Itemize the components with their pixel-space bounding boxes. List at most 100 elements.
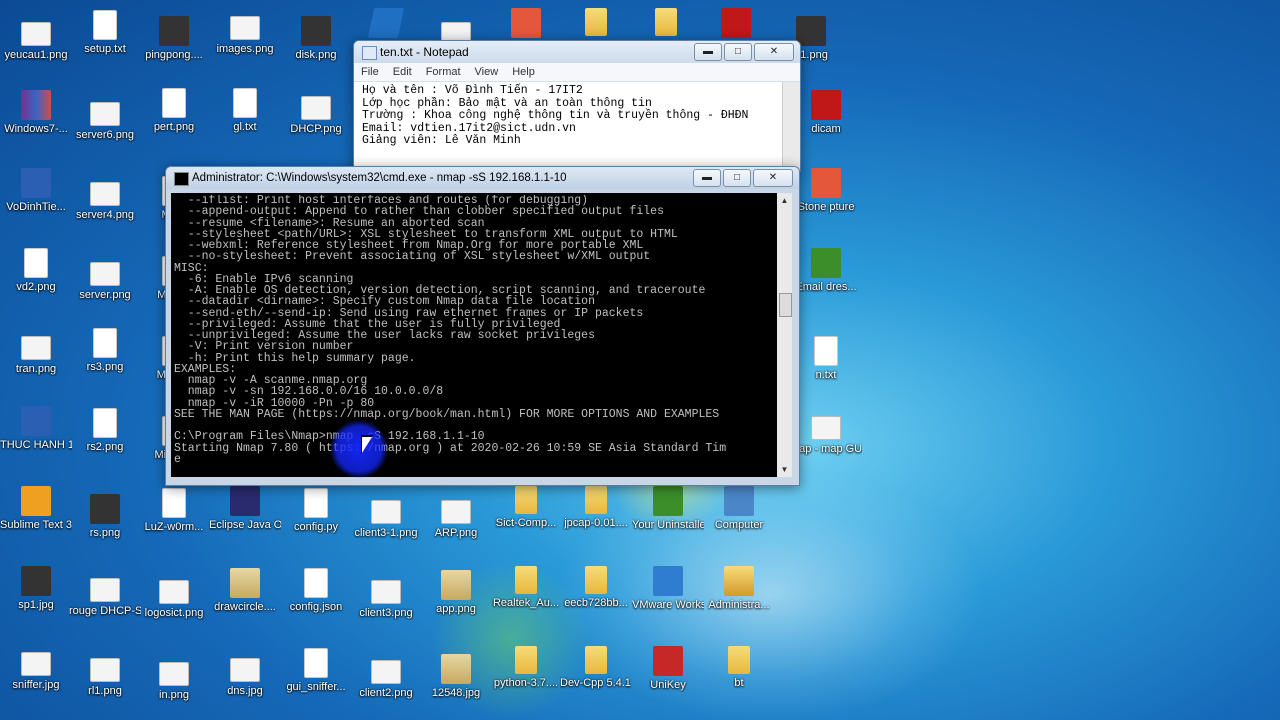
console-line: C:\Program Files\Nmap>nmap -sS 192.168.1…	[174, 430, 485, 444]
desktop-icon-rs3[interactable]: rs3.png	[69, 328, 141, 374]
desktop-icon-nmapgui[interactable]: map - map GUI	[790, 410, 862, 456]
notepad-minimize-button[interactable]: ▬	[694, 43, 722, 61]
cmd-close-button[interactable]: ✕	[753, 169, 793, 187]
desktop-icon-uninstaller[interactable]: Your Uninstaller	[632, 486, 704, 532]
menu-edit[interactable]: Edit	[386, 63, 419, 81]
scroll-up-icon[interactable]: ▲	[777, 193, 792, 208]
desktop-icon-win7[interactable]: Windows7-...	[0, 90, 72, 136]
console-line: nmap -v -sn 192.168.0.0/16 10.0.0.0/8	[174, 385, 444, 399]
desktop-icon-rouge[interactable]: rouge DHCP-S.png	[69, 572, 141, 618]
desktop-icon-eecb[interactable]: eecb728bb...	[560, 566, 632, 610]
desktop-icon-sniffer[interactable]: sniffer.jpg	[0, 646, 72, 692]
desktop-icon-jpcap[interactable]: jpcap-0.01....	[560, 486, 632, 530]
desktop-icon-thuchanh[interactable]: THUC HANH 1.docx	[0, 406, 72, 452]
notepad-window[interactable]: ten.txt - Notepad ▬ □ ✕ File Edit Format…	[353, 40, 801, 172]
notepad-titlebar[interactable]: ten.txt - Notepad ▬ □ ✕	[354, 41, 800, 63]
desktop-icon-pdf[interactable]	[490, 8, 562, 40]
desktop-icon-folder2[interactable]	[630, 8, 702, 38]
desktop-icon-garena[interactable]	[700, 8, 772, 40]
desktop-icon-unikey[interactable]: UniKey	[632, 646, 704, 692]
desktop-icon-vd2[interactable]: vd2.png	[0, 248, 72, 294]
img-icon	[371, 500, 401, 524]
desktop-icon-vodinh[interactable]: VoDinhTie...	[0, 168, 72, 214]
notepad-line: Trường : Khoa công nghệ thông tin và tru…	[362, 109, 749, 122]
desktop-icon-configjson[interactable]: config.json	[280, 568, 352, 614]
desktop-icon-label: DHCP.png	[290, 123, 342, 135]
desktop-icon-logosict[interactable]: logosict.png	[138, 574, 210, 620]
desktop-icon-server6[interactable]: server6.png	[69, 96, 141, 142]
desktop-icon-gl[interactable]: gl.txt	[209, 88, 281, 134]
desktop-icon-sublime[interactable]: Sublime Text 3	[0, 486, 72, 532]
notepad-maximize-button[interactable]: □	[724, 43, 752, 61]
desktop-icon-yeucau1[interactable]: yeucau1.png	[0, 16, 72, 62]
console-area[interactable]: --iflist: Print host interfaces and rout…	[171, 193, 792, 477]
notepad-scrollbar[interactable]	[782, 82, 800, 171]
desktop-icon-disk[interactable]: disk.png	[280, 16, 352, 62]
menu-help[interactable]: Help	[505, 63, 542, 81]
desktop-icon-realtek[interactable]: Realtek_Au...	[490, 566, 562, 610]
desktop-icon-vmware[interactable]: VMware Workstation	[632, 566, 704, 612]
scroll-down-icon[interactable]: ▼	[777, 462, 792, 477]
cmd-window[interactable]: Administrator: C:\Windows\system32\cmd.e…	[165, 166, 800, 486]
desktop-icon-vscode[interactable]	[350, 8, 422, 40]
desktop-icon-python[interactable]: python-3.7....	[490, 646, 562, 690]
desktop-icon-setup[interactable]: setup.txt	[69, 10, 141, 56]
desktop-icon-in[interactable]: in.png	[138, 656, 210, 702]
desktop-icon-client3[interactable]: client3.png	[350, 574, 422, 620]
desktop-icon-email[interactable]: Email dres...	[790, 248, 862, 294]
desktop-icon-label: eecb728bb...	[564, 597, 628, 609]
desktop-icon-dhcp[interactable]: DHCP.png	[280, 90, 352, 136]
desktop-icon-eclipse[interactable]: Eclipse Java Oxygen	[209, 486, 281, 532]
desktop-icon-rs2[interactable]: rs2.png	[69, 408, 141, 454]
desktop-icon-label: yeucau1.png	[4, 49, 68, 61]
desktop-icon-app[interactable]: app.png	[420, 570, 492, 616]
cmd-maximize-button[interactable]: □	[723, 169, 751, 187]
scroll-thumb[interactable]	[779, 293, 792, 317]
desktop-icon-label: Administra...	[708, 599, 770, 611]
desktop-icon-configpy[interactable]: config.py	[280, 488, 352, 534]
desktop-icon-guisniffer[interactable]: gui_sniffer...	[280, 648, 352, 694]
console-line: e	[174, 452, 181, 465]
img-icon	[90, 658, 120, 682]
desktop-icon-pingpong[interactable]: pingpong....	[138, 16, 210, 62]
notepad-close-button[interactable]: ✕	[754, 43, 794, 61]
desktop-icon-computer[interactable]: Computer	[703, 486, 775, 532]
desktop-icon-ntxt[interactable]: n.txt	[790, 336, 862, 382]
file-icon	[304, 648, 328, 678]
desktop-icon-tran[interactable]: tran.png	[0, 330, 72, 376]
cmd-minimize-button[interactable]: ▬	[693, 169, 721, 187]
desktop-icon-server[interactable]: server.png	[69, 256, 141, 302]
desktop-icon-folder1[interactable]	[560, 8, 632, 38]
desktop-icon-sict[interactable]: Sict-Comp...	[490, 486, 562, 530]
desktop-icon-luz[interactable]: LuZ-w0rm...	[138, 488, 210, 534]
console-scrollbar[interactable]: ▲ ▼	[777, 193, 792, 477]
desktop-icon-devcpp[interactable]: Dev-Cpp 5.4.1 MinG...	[560, 646, 632, 690]
desktop-icon-administra[interactable]: Administra...	[703, 566, 775, 612]
desktop-icon-pert[interactable]: pert.png	[138, 88, 210, 134]
img-icon	[230, 658, 260, 682]
desktop-icon-client2[interactable]: client2.png	[350, 654, 422, 700]
desktop-icon-client31[interactable]: client3-1.png	[350, 494, 422, 540]
desktop-icon-stone[interactable]: Stone pture	[790, 168, 862, 214]
desktop-icon-server4[interactable]: server4.png	[69, 176, 141, 222]
desktop-icon-label: UniKey	[650, 679, 686, 691]
menu-view[interactable]: View	[468, 63, 506, 81]
menu-format[interactable]: Format	[419, 63, 468, 81]
img-icon	[21, 22, 51, 46]
desktop-icon-drawcircle[interactable]: drawcircle....	[209, 568, 281, 614]
file-icon	[304, 488, 328, 518]
cmd-titlebar[interactable]: Administrator: C:\Windows\system32\cmd.e…	[166, 167, 799, 189]
desktop-icon-rl1[interactable]: rl1.png	[69, 652, 141, 698]
desktop-icon-bt[interactable]: bt	[703, 646, 775, 690]
desktop-icon-label: logosict.png	[144, 607, 204, 619]
desktop-icon-dns[interactable]: dns.jpg	[209, 652, 281, 698]
menu-file[interactable]: File	[354, 63, 386, 81]
notepad-text-area[interactable]: Họ và tên : Võ Đình Tiến - 17IT2 Lớp học…	[354, 82, 800, 171]
desktop-icon-arp[interactable]: ARP.png	[420, 494, 492, 540]
desktop-icon-n12548[interactable]: 12548.jpg	[420, 654, 492, 700]
desktop-icon-label: dns.jpg	[227, 685, 263, 697]
desktop-icon-rs[interactable]: rs.png	[69, 494, 141, 540]
desktop-icon-images[interactable]: images.png	[209, 10, 281, 56]
desktop-icon-label: rs3.png	[86, 361, 124, 373]
desktop-icon-sp1[interactable]: sp1.jpg	[0, 566, 72, 612]
